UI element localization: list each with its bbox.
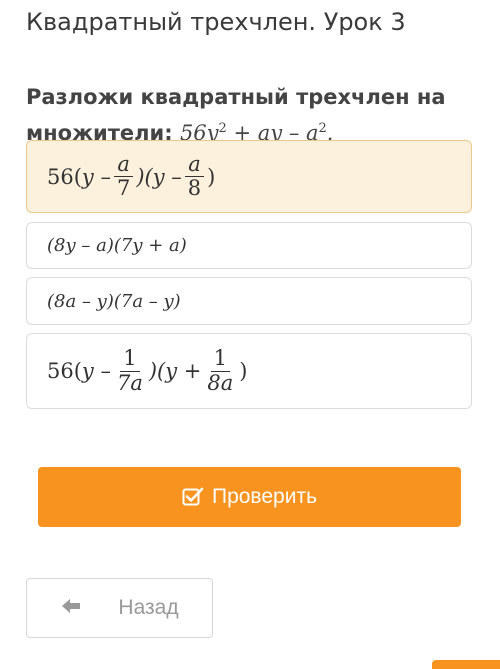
fraction-denominator: 8a bbox=[207, 370, 234, 395]
checkbox-check-icon bbox=[182, 487, 204, 507]
expr-exp1: 2 bbox=[218, 121, 227, 136]
option-part: ) bbox=[207, 164, 216, 189]
expr-exp2: 2 bbox=[318, 121, 327, 136]
fraction-numerator: a bbox=[114, 152, 133, 177]
question-text: Разложи квадратный трехчлен на множители… bbox=[26, 82, 466, 149]
next-button-edge[interactable] bbox=[432, 660, 500, 669]
answer-option-3[interactable]: (8a – y)(7a – y) bbox=[26, 277, 472, 325]
option-label: (8y – a)(7y + a) bbox=[47, 235, 187, 256]
fraction-numerator: 1 bbox=[210, 347, 231, 372]
arrow-left-icon bbox=[60, 596, 82, 620]
fraction: a 7 bbox=[114, 152, 133, 200]
option-label: (8a – y)(7a – y) bbox=[47, 290, 181, 312]
check-button[interactable]: Проверить bbox=[38, 467, 461, 527]
fraction-denominator: 7a bbox=[116, 370, 143, 395]
back-button[interactable]: Назад bbox=[26, 578, 213, 638]
fraction-numerator: a bbox=[185, 152, 204, 177]
option-part: ) bbox=[239, 359, 248, 383]
fraction: 1 8a bbox=[204, 347, 236, 394]
check-button-label: Проверить bbox=[211, 485, 318, 508]
fraction-numerator: 1 bbox=[120, 347, 140, 372]
option-part: y – bbox=[81, 164, 111, 189]
answer-option-2[interactable]: (8y – a)(7y + a) bbox=[26, 222, 472, 269]
fraction-denominator: 7 bbox=[116, 176, 131, 200]
fraction-denominator: 8 bbox=[187, 176, 202, 200]
option-part: )(y + bbox=[148, 359, 202, 383]
option-part: )(y – bbox=[136, 164, 182, 189]
option-coef: 56( bbox=[47, 164, 82, 189]
option-coef: 56( bbox=[47, 359, 82, 383]
answer-option-4[interactable]: 56( y – 1 7a )(y + 1 8a ) bbox=[26, 333, 472, 409]
back-button-label: Назад bbox=[118, 596, 179, 619]
page-title: Квадратный трехчлен. Урок 3 bbox=[26, 8, 406, 36]
fraction: a 8 bbox=[185, 152, 204, 200]
answer-option-1[interactable]: 56( y – a 7 )(y – a 8 ) bbox=[26, 140, 472, 213]
fraction: 1 7a bbox=[114, 347, 146, 394]
option-part: y – bbox=[81, 359, 111, 383]
